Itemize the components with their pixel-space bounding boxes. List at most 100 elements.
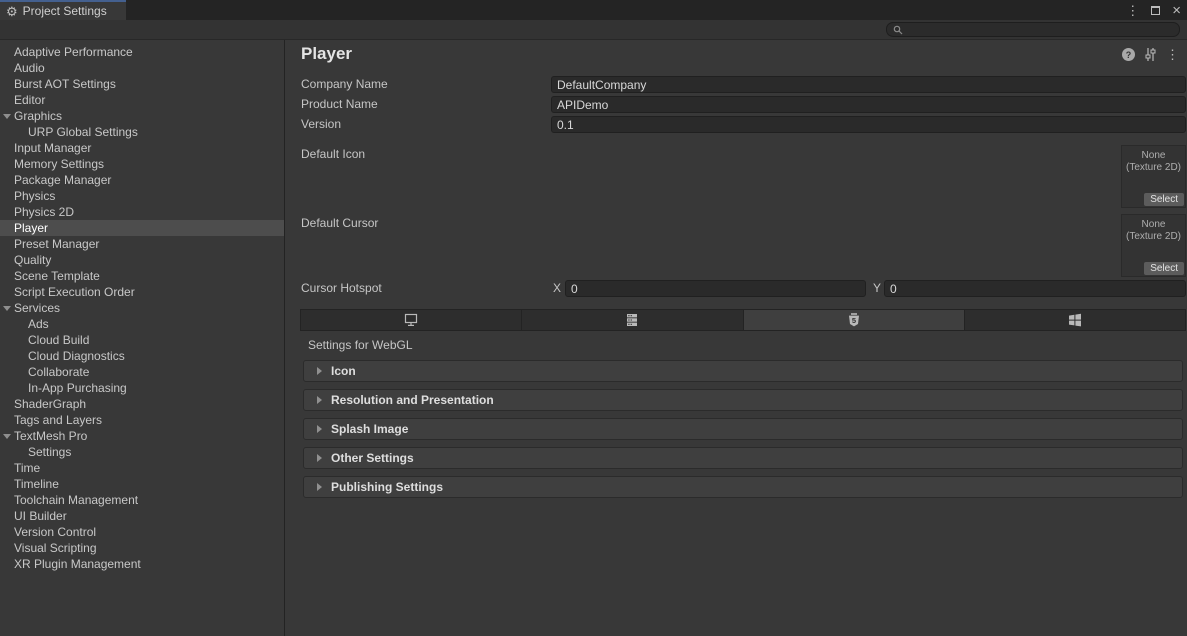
sidebar-item-version-control[interactable]: Version Control (0, 524, 284, 540)
sidebar-item-audio[interactable]: Audio (0, 60, 284, 76)
sidebar-item-cloud-build[interactable]: Cloud Build (0, 332, 284, 348)
sidebar-item-ads[interactable]: Ads (0, 316, 284, 332)
section-header-icon[interactable]: Icon (303, 360, 1183, 382)
sidebar-item-settings[interactable]: Settings (0, 444, 284, 460)
sidebar-item-label: Adaptive Performance (14, 45, 133, 59)
hotspot-x-input[interactable] (565, 280, 866, 297)
sidebar-item-label: XR Plugin Management (14, 557, 141, 571)
search-box[interactable] (886, 22, 1180, 37)
sidebar-item-label: Physics (14, 189, 55, 203)
sidebar-item-label: Graphics (14, 109, 62, 123)
window-title: Project Settings (23, 4, 107, 18)
sidebar-item-services[interactable]: Services (0, 300, 284, 316)
default-cursor-none-text: None (1122, 219, 1185, 231)
sidebar-item-script-execution-order[interactable]: Script Execution Order (0, 284, 284, 300)
sidebar-item-label: UI Builder (14, 509, 67, 523)
html5-webgl-icon: 5 (848, 313, 860, 327)
panel-menu-icon[interactable]: ⋮ (1166, 48, 1179, 61)
sidebar-item-burst-aot-settings[interactable]: Burst AOT Settings (0, 76, 284, 92)
sidebar-item-physics-2d[interactable]: Physics 2D (0, 204, 284, 220)
sidebar-item-label: ShaderGraph (14, 397, 86, 411)
platform-tab-bar: 5 (300, 309, 1186, 331)
platform-tab-windows-store[interactable] (965, 310, 1185, 330)
section-header-publishing-settings[interactable]: Publishing Settings (303, 476, 1183, 498)
sidebar-item-label: TextMesh Pro (14, 429, 87, 443)
help-icon[interactable]: ? (1122, 48, 1135, 61)
sidebar-item-label: Ads (28, 317, 49, 331)
player-settings-panel: Player ? ⋮ Company Name Product Name Ver… (286, 40, 1187, 636)
company-name-label: Company Name (301, 76, 388, 93)
version-input[interactable] (551, 116, 1186, 133)
sidebar-item-xr-plugin-management[interactable]: XR Plugin Management (0, 556, 284, 572)
collapsed-arrow-icon (317, 425, 322, 433)
section-header-splash-image[interactable]: Splash Image (303, 418, 1183, 440)
sidebar-item-label: Script Execution Order (14, 285, 135, 299)
sidebar-item-preset-manager[interactable]: Preset Manager (0, 236, 284, 252)
project-settings-window: ⚙ Project Settings ⋮ × Adaptive Performa… (0, 0, 1187, 636)
collapsed-arrow-icon (317, 454, 322, 462)
expander-arrow-icon[interactable] (3, 306, 11, 311)
sidebar-item-shadergraph[interactable]: ShaderGraph (0, 396, 284, 412)
sidebar-item-scene-template[interactable]: Scene Template (0, 268, 284, 284)
section-label: Icon (331, 364, 356, 378)
hotspot-x-label: X (553, 280, 561, 297)
search-input[interactable] (907, 23, 1173, 36)
sidebar-item-toolchain-management[interactable]: Toolchain Management (0, 492, 284, 508)
sidebar-item-editor[interactable]: Editor (0, 92, 284, 108)
gear-icon: ⚙ (6, 5, 18, 18)
sidebar-item-label: In-App Purchasing (28, 381, 127, 395)
sidebar-item-textmesh-pro[interactable]: TextMesh Pro (0, 428, 284, 444)
collapsed-arrow-icon (317, 367, 322, 375)
default-icon-texture-slot[interactable]: None (Texture 2D) Select (1121, 145, 1186, 208)
sidebar-item-visual-scripting[interactable]: Visual Scripting (0, 540, 284, 556)
server-icon (625, 313, 639, 327)
sidebar-item-package-manager[interactable]: Package Manager (0, 172, 284, 188)
expander-arrow-icon[interactable] (3, 434, 11, 439)
sidebar-item-input-manager[interactable]: Input Manager (0, 140, 284, 156)
sidebar-item-physics[interactable]: Physics (0, 188, 284, 204)
default-icon-label: Default Icon (301, 146, 365, 163)
sidebar-item-ui-builder[interactable]: UI Builder (0, 508, 284, 524)
platform-tab-standalone[interactable] (301, 310, 522, 330)
section-header-other-settings[interactable]: Other Settings (303, 447, 1183, 469)
close-icon[interactable]: × (1172, 3, 1181, 18)
sidebar-item-label: Settings (28, 445, 71, 459)
sidebar-item-in-app-purchasing[interactable]: In-App Purchasing (0, 380, 284, 396)
sidebar-item-label: Scene Template (14, 269, 100, 283)
product-name-input[interactable] (551, 96, 1186, 113)
expander-arrow-icon[interactable] (3, 114, 11, 119)
sidebar-item-timeline[interactable]: Timeline (0, 476, 284, 492)
maximize-icon[interactable] (1151, 6, 1160, 15)
sidebar-item-player[interactable]: Player (0, 220, 284, 236)
version-label: Version (301, 116, 341, 133)
settings-sections: Icon Resolution and Presentation Splash Im… (303, 360, 1183, 505)
sidebar-item-label: Audio (14, 61, 45, 75)
sidebar-item-memory-settings[interactable]: Memory Settings (0, 156, 284, 172)
hotspot-y-input[interactable] (884, 280, 1186, 297)
tab-project-settings[interactable]: ⚙ Project Settings (0, 0, 126, 20)
platform-tab-dedicated-server[interactable] (522, 310, 743, 330)
sidebar-item-label: Time (14, 461, 40, 475)
sidebar-item-quality[interactable]: Quality (0, 252, 284, 268)
toolbar (0, 20, 1187, 40)
sidebar-item-urp-global-settings[interactable]: URP Global Settings (0, 124, 284, 140)
sidebar-item-collaborate[interactable]: Collaborate (0, 364, 284, 380)
sidebar-item-label: URP Global Settings (28, 125, 138, 139)
sidebar-item-label: Cloud Build (28, 333, 89, 347)
default-icon-select-button[interactable]: Select (1144, 193, 1184, 206)
section-header-resolution-and-presentation[interactable]: Resolution and Presentation (303, 389, 1183, 411)
sidebar-item-label: Services (14, 301, 60, 315)
sidebar-item-label: Tags and Layers (14, 413, 102, 427)
sidebar-item-cloud-diagnostics[interactable]: Cloud Diagnostics (0, 348, 284, 364)
company-name-input[interactable] (551, 76, 1186, 93)
sidebar-item-adaptive-performance[interactable]: Adaptive Performance (0, 44, 284, 60)
default-cursor-select-button[interactable]: Select (1144, 262, 1184, 275)
platform-tab-webgl[interactable]: 5 (744, 310, 965, 330)
sidebar-item-tags-and-layers[interactable]: Tags and Layers (0, 412, 284, 428)
default-cursor-texture-slot[interactable]: None (Texture 2D) Select (1121, 214, 1186, 277)
sidebar-item-time[interactable]: Time (0, 460, 284, 476)
presets-icon[interactable] (1144, 48, 1157, 61)
sidebar-item-graphics[interactable]: Graphics (0, 108, 284, 124)
window-menu-icon[interactable]: ⋮ (1126, 4, 1139, 17)
settings-for-platform-header: Settings for WebGL (308, 338, 413, 352)
